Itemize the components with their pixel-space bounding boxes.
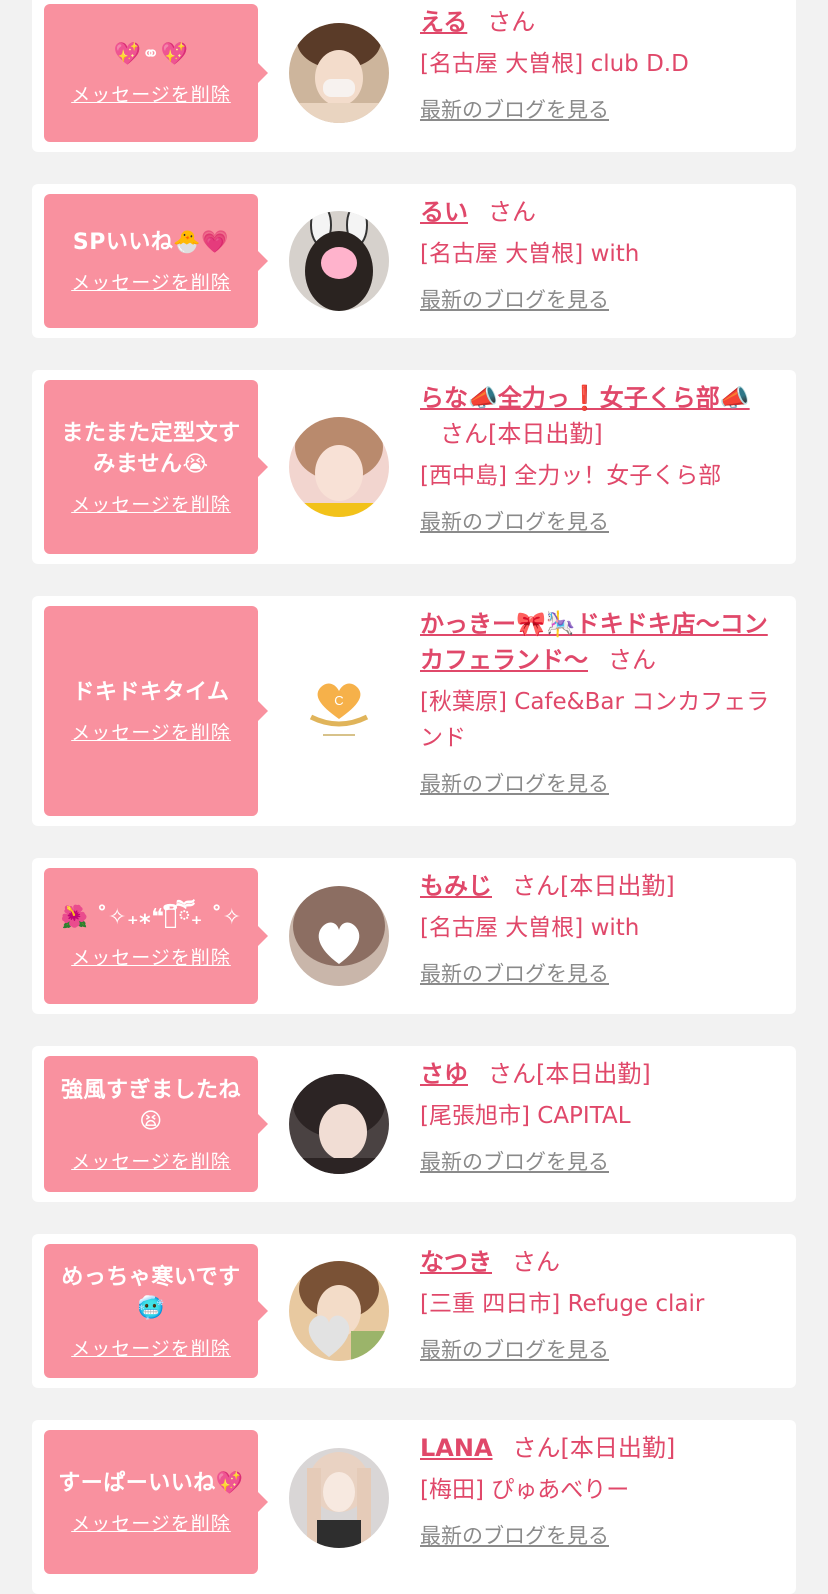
delete-message-link[interactable]: メッセージを削除 — [71, 490, 231, 517]
honorific: さん — [487, 8, 536, 36]
shop-label: [西中島] 全力ッ！女子くら部 — [420, 463, 722, 489]
latest-blog-link[interactable]: 最新のブログを見る — [420, 1146, 609, 1176]
shop-label: [名古屋 大曽根] with — [420, 241, 640, 267]
message-text: 💖⚭💖 — [113, 42, 189, 67]
delete-message-link[interactable]: メッセージを削除 — [71, 1334, 231, 1361]
status-tag: [本日出勤] — [560, 872, 675, 900]
delete-message-link[interactable]: メッセージを削除 — [71, 80, 231, 107]
shop-label: [秋葉原] Cafe&Bar コンカフェランド — [420, 689, 770, 751]
message-text: またまた定型文すみません😭 — [61, 420, 241, 477]
message-card: 💖⚭💖 メッセージを削除 える さん [名古屋 大曽根] club D.D 最新の… — [32, 0, 796, 152]
latest-blog-link[interactable]: 最新のブログを見る — [420, 284, 609, 314]
avatar[interactable] — [289, 211, 389, 311]
message-bubble: すーぱーいいね💖 メッセージを削除 — [44, 1430, 268, 1574]
shop-label: [名古屋 大曽根] club D.D — [420, 51, 689, 77]
latest-blog-link[interactable]: 最新のブログを見る — [420, 768, 609, 798]
message-bubble: またまた定型文すみません😭 メッセージを削除 — [44, 380, 268, 554]
delete-message-link[interactable]: メッセージを削除 — [71, 718, 231, 745]
shop-label: [名古屋 大曽根] with — [420, 915, 640, 941]
avatar[interactable] — [289, 1448, 389, 1548]
cast-name-link[interactable]: さゆ — [420, 1060, 468, 1088]
status-tag: [本日出勤] — [488, 420, 603, 448]
cast-name-link[interactable]: かっきー🎀🎠ドキドキ店〜コンカフェランド〜 — [420, 610, 768, 674]
cast-info: かっきー🎀🎠ドキドキ店〜コンカフェランド〜 さん [秋葉原] Cafe&Bar コ… — [420, 606, 782, 798]
cast-info: さゆ さん[本日出勤] [尾張旭市] CAPITAL 最新のブログを見る — [420, 1056, 782, 1176]
delete-message-link[interactable]: メッセージを削除 — [71, 943, 231, 970]
latest-blog-link[interactable]: 最新のブログを見る — [420, 94, 609, 124]
cast-info: LANA さん[本日出勤] [梅田] ぴゅあべりー 最新のブログを見る — [420, 1430, 782, 1550]
message-bubble: めっちゃ寒いです🥶 メッセージを削除 — [44, 1244, 268, 1378]
message-card: ドキドキタイム メッセージを削除 C かっきー🎀🎠ドキドキ店〜コンカフェランド〜… — [32, 596, 796, 826]
message-bubble: SPいいね🐣💗 メッセージを削除 — [44, 194, 268, 328]
message-text: 強風すぎましたね😫 — [60, 1077, 241, 1134]
avatar[interactable] — [289, 1261, 389, 1361]
message-card: SPいいね🐣💗 メッセージを削除 るい さん [名古屋 大曽根] with 最新の… — [32, 184, 796, 338]
status-tag: [本日出勤] — [536, 1060, 651, 1088]
avatar[interactable] — [289, 417, 389, 517]
latest-blog-link[interactable]: 最新のブログを見る — [420, 1334, 609, 1364]
message-text: ドキドキタイム — [72, 680, 230, 705]
cast-name-link[interactable]: LANA — [420, 1434, 493, 1462]
delete-message-link[interactable]: メッセージを削除 — [71, 1509, 231, 1536]
avatar[interactable] — [289, 1074, 389, 1174]
shop-label: [尾張旭市] CAPITAL — [420, 1103, 631, 1129]
cast-info: もみじ さん[本日出勤] [名古屋 大曽根] with 最新のブログを見る — [420, 868, 782, 988]
message-bubble: 🌺 ˚✧₊⁎❝᷀ົཽ₊ ˚✧ メッセージを削除 — [44, 868, 268, 1004]
svg-text:C: C — [334, 693, 343, 708]
message-card: めっちゃ寒いです🥶 メッセージを削除 なつき さん [三重 四日市] Refuge… — [32, 1234, 796, 1388]
honorific: さん — [512, 872, 560, 900]
delete-message-link[interactable]: メッセージを削除 — [71, 1147, 231, 1174]
message-card: またまた定型文すみません😭 メッセージを削除 らな📣全力っ❗女子くら部📣 さん[本… — [32, 370, 796, 564]
message-card: すーぱーいいね💖 メッセージを削除 LANA さん[本日出勤] [梅田] ぴゅあべ… — [32, 1420, 796, 1594]
message-bubble: 💖⚭💖 メッセージを削除 — [44, 4, 268, 142]
message-text: すーぱーいいね💖 — [58, 1471, 244, 1496]
avatar[interactable] — [289, 23, 389, 123]
cast-info: らな📣全力っ❗女子くら部📣 さん[本日出勤] [西中島] 全力ッ！女子くら部 最新… — [420, 380, 782, 536]
cast-info: なつき さん [三重 四日市] Refuge clair 最新のブログを見る — [420, 1244, 782, 1364]
cast-name-link[interactable]: もみじ — [420, 872, 492, 900]
message-bubble: 強風すぎましたね😫 メッセージを削除 — [44, 1056, 268, 1192]
avatar[interactable]: C — [289, 661, 389, 761]
shop-label: [梅田] ぴゅあべりー — [420, 1477, 630, 1503]
message-bubble: ドキドキタイム メッセージを削除 — [44, 606, 268, 816]
message-text: SPいいね🐣💗 — [72, 230, 230, 255]
message-card: 強風すぎましたね😫 メッセージを削除 さゆ さん[本日出勤] [尾張旭市] CAP… — [32, 1046, 796, 1202]
honorific: さん — [608, 646, 656, 674]
honorific: さん — [512, 1248, 560, 1276]
shop-label: [三重 四日市] Refuge clair — [420, 1291, 705, 1317]
message-text: めっちゃ寒いです🥶 — [61, 1264, 241, 1321]
cast-name-link[interactable]: える — [420, 8, 467, 36]
cast-info: える さん [名古屋 大曽根] club D.D 最新のブログを見る — [420, 4, 782, 124]
latest-blog-link[interactable]: 最新のブログを見る — [420, 1520, 609, 1550]
message-text: 🌺 ˚✧₊⁎❝᷀ົཽ₊ ˚✧ — [60, 905, 242, 930]
cast-name-link[interactable]: らな📣全力っ❗女子くら部📣 — [420, 384, 750, 412]
cast-name-link[interactable]: なつき — [420, 1248, 492, 1276]
cast-name-link[interactable]: るい — [420, 198, 468, 226]
avatar[interactable] — [289, 886, 389, 986]
status-tag: [本日出勤] — [560, 1434, 676, 1462]
honorific: さん — [512, 1434, 561, 1462]
cast-info: るい さん [名古屋 大曽根] with 最新のブログを見る — [420, 194, 782, 314]
honorific: さん — [440, 420, 488, 448]
honorific: さん — [488, 1060, 536, 1088]
message-card: 🌺 ˚✧₊⁎❝᷀ົཽ₊ ˚✧ メッセージを削除 もみじ さん[本日出勤] [名古屋… — [32, 858, 796, 1014]
latest-blog-link[interactable]: 最新のブログを見る — [420, 506, 609, 536]
delete-message-link[interactable]: メッセージを削除 — [71, 268, 231, 295]
latest-blog-link[interactable]: 最新のブログを見る — [420, 958, 609, 988]
honorific: さん — [488, 198, 536, 226]
